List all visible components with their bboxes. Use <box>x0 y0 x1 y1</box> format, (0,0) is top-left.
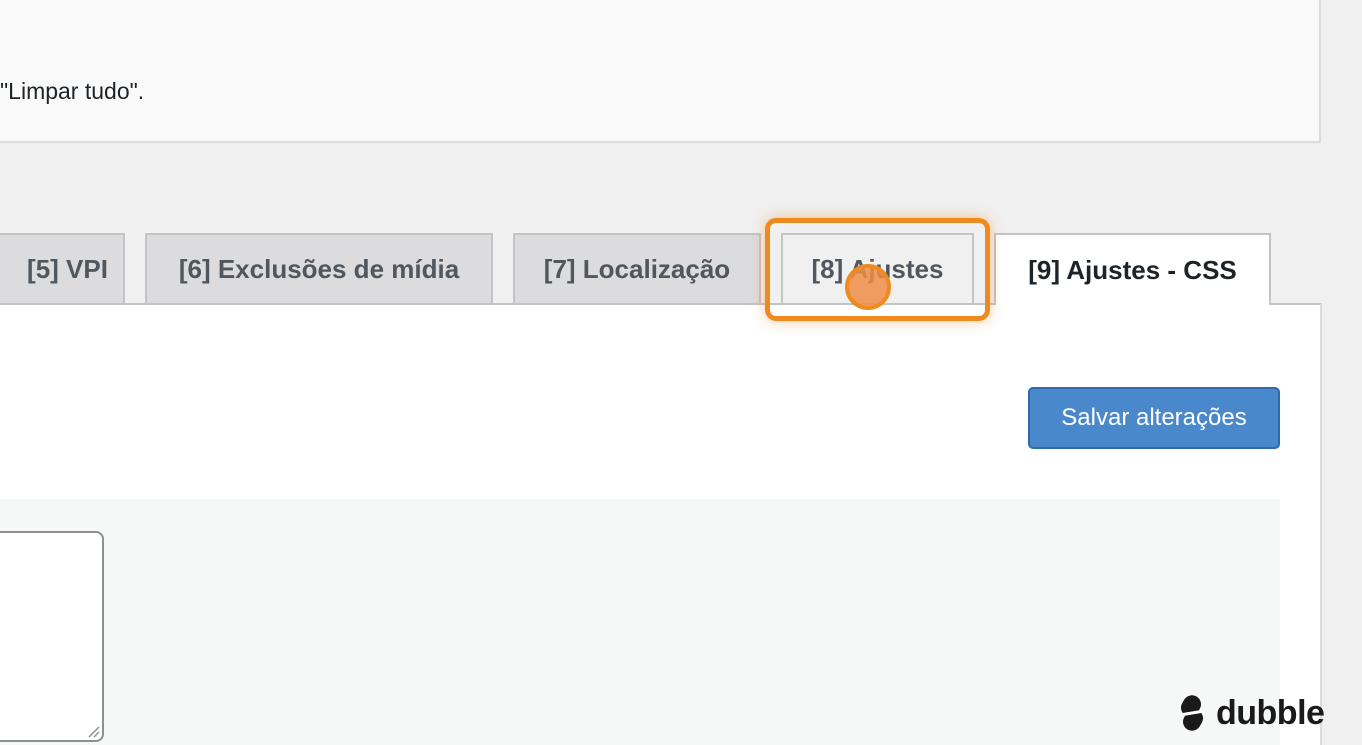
tab-label: [9] Ajustes - CSS <box>1028 254 1237 285</box>
settings-section <box>0 499 1280 745</box>
tab-media-exclusions[interactable]: [6] Exclusões de mídia <box>145 233 493 304</box>
tab-label: [8] Ajustes <box>811 254 944 284</box>
notice-panel: "Limpar tudo". <box>0 0 1321 143</box>
css-textarea[interactable] <box>0 531 104 742</box>
tab-settings[interactable]: [8] Ajustes <box>781 233 974 304</box>
brand-watermark: dubble <box>1174 690 1325 736</box>
tab-label: [6] Exclusões de mídia <box>178 254 460 284</box>
tab-css-settings[interactable]: [9] Ajustes - CSS <box>994 233 1271 305</box>
right-gutter <box>1321 0 1362 745</box>
brand-name: dubble <box>1216 693 1325 732</box>
tab-label: [5] VPI <box>27 254 108 284</box>
tab-vpi[interactable]: [5] VPI <box>0 233 125 304</box>
resize-grip-icon[interactable] <box>86 724 100 738</box>
tab-localization[interactable]: [7] Localização <box>513 233 761 304</box>
tab-label: [7] Localização <box>543 254 731 284</box>
dubble-logo-icon <box>1179 695 1205 731</box>
save-changes-button[interactable]: Salvar alterações <box>1028 387 1280 449</box>
notice-text: "Limpar tudo". <box>0 78 145 104</box>
